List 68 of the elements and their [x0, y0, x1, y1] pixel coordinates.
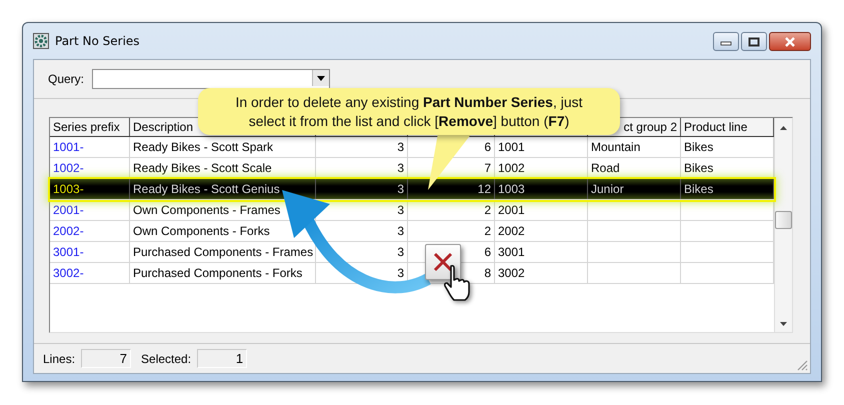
table-cell: 3 [397, 224, 404, 238]
table-cell: 7 [484, 161, 491, 175]
x-icon [432, 251, 454, 273]
maximize-button[interactable] [741, 32, 767, 51]
scrollbar[interactable] [774, 118, 792, 332]
table-cell: 3 [397, 245, 404, 259]
remove-button[interactable] [425, 244, 461, 280]
dropdown-button[interactable] [312, 70, 330, 86]
table-cell: 1001 [498, 140, 525, 154]
scroll-up-icon[interactable] [780, 126, 787, 130]
table-cell: 3002- [53, 266, 84, 280]
table-row[interactable]: 1003- Ready Bikes - Scott Genius 3 12 1003 Junior Bikes [50, 179, 774, 200]
table-cell: 2 [484, 203, 491, 217]
table-cell: 3 [397, 161, 404, 175]
table-cell: 8 [484, 266, 491, 280]
table-cell: Ready Bikes - Scott Spark [133, 140, 274, 154]
selected-count: 1 [197, 349, 248, 368]
table-cell: 3 [397, 182, 404, 196]
table-cell: Purchased Components - Frames [133, 245, 314, 259]
table-cell: 6 [484, 245, 491, 259]
column-header[interactable]: Series prefix [53, 120, 120, 134]
table-cell: Own Components - Frames [133, 203, 280, 217]
table-cell: 3 [397, 140, 404, 154]
table-cell: 3 [397, 203, 404, 217]
close-button[interactable] [769, 32, 811, 51]
lines-label: Lines: [43, 352, 76, 366]
lines-count: 7 [81, 349, 132, 368]
table-cell: Ready Bikes - Scott Genius [133, 182, 280, 196]
table-cell: Bikes [684, 140, 714, 154]
table-cell: 1001- [53, 140, 84, 154]
table-cell: 1002- [53, 161, 84, 175]
table-cell: 2001 [498, 203, 525, 217]
column-header[interactable]: Description [133, 120, 194, 134]
table-cell: 1003 [498, 182, 525, 196]
table-cell: Junior [591, 182, 624, 196]
table-cell: 12 [478, 182, 491, 196]
selected-label: Selected: [141, 352, 192, 366]
table-cell: 6 [484, 140, 491, 154]
query-label: Query: [48, 72, 84, 86]
table-cell: Ready Bikes - Scott Scale [133, 161, 272, 175]
table-cell: 3002 [498, 266, 525, 280]
table-cell: Bikes [684, 182, 714, 196]
maximize-icon [748, 36, 760, 46]
table-cell: 2002- [53, 224, 84, 238]
table-cell: 3001 [498, 245, 525, 259]
table-cell: Purchased Components - Forks [133, 266, 302, 280]
minimize-button[interactable] [713, 32, 739, 51]
column-header[interactable]: ct group 2 [624, 120, 677, 134]
close-icon [784, 36, 796, 46]
table-cell: Bikes [684, 161, 714, 175]
table-cell: Mountain [591, 140, 640, 154]
gear-icon [33, 33, 49, 49]
table-cell: Own Components - Forks [133, 224, 270, 238]
table-cell: 2002 [498, 224, 525, 238]
table-cell: 3001- [53, 245, 84, 259]
resize-grip-icon[interactable] [796, 359, 808, 371]
callout-text: In order to delete any existing Part Number Series, just select it from the list and click [Remove] button (F7) [234, 92, 584, 130]
scroll-down-icon[interactable] [780, 322, 787, 326]
scroll-thumb[interactable] [775, 211, 792, 229]
table-cell: 1003- [53, 182, 84, 196]
table-cell: 1002 [498, 161, 525, 175]
table-cell: 2001- [53, 203, 84, 217]
window-title: Part No Series [55, 34, 140, 48]
table-cell: Road [591, 161, 620, 175]
table-cell: 2 [484, 224, 491, 238]
caret-icon [317, 76, 326, 80]
column-header[interactable]: Product line [684, 120, 748, 134]
table-cell: 3 [397, 266, 404, 280]
